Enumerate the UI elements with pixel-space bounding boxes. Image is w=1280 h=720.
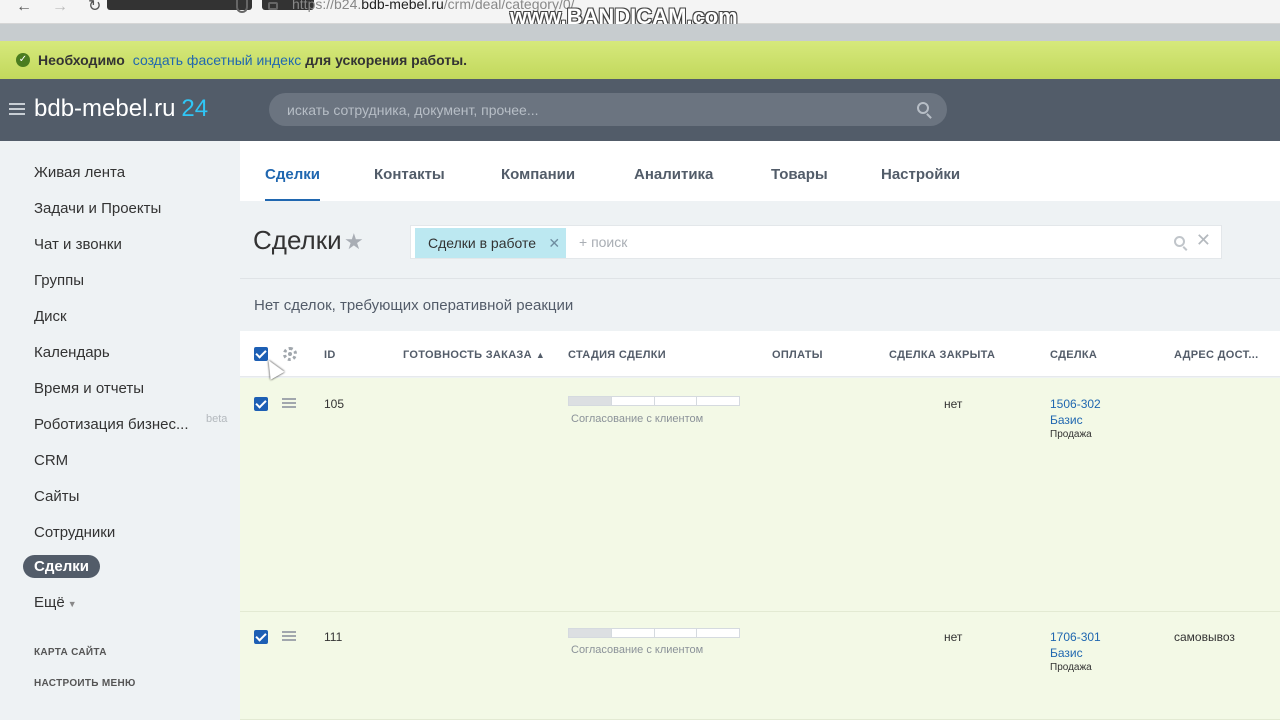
stage-label: Согласование с клиентом xyxy=(571,413,704,425)
sidebar-item-automation[interactable]: Роботизация бизнес... xyxy=(34,416,189,433)
browser-tab-chip[interactable] xyxy=(107,0,252,10)
notice-prefix: Необходимо xyxy=(38,52,125,68)
portal-header: bdb-mebel.ru 24 xyxy=(0,79,1280,141)
lock-icon xyxy=(268,2,278,10)
sort-ascending-icon: ▲ xyxy=(535,350,546,360)
sidebar-item-time[interactable]: Время и отчеты xyxy=(34,380,144,397)
sidebar-item-feed[interactable]: Живая лента xyxy=(34,164,125,181)
sidebar-item-more[interactable]: Ещё ▼ xyxy=(34,594,77,611)
deal-link[interactable]: 1506-302 xyxy=(1050,397,1101,411)
column-header-payments[interactable]: ОПЛАТЫ xyxy=(772,349,823,361)
shield-icon[interactable] xyxy=(236,0,248,13)
portal-logo[interactable]: bdb-mebel.ru 24 xyxy=(34,95,208,123)
global-search-input[interactable] xyxy=(287,93,887,126)
divider xyxy=(240,278,1280,279)
reload-icon[interactable]: ↻ xyxy=(88,0,101,15)
page-title: Сделки xyxy=(253,225,342,255)
forward-arrow-icon[interactable]: → xyxy=(52,0,68,15)
sidebar-item-chat[interactable]: Чат и звонки xyxy=(34,236,122,253)
site-map-link[interactable]: КАРТА САЙТА xyxy=(34,647,107,658)
column-header-id[interactable]: ID xyxy=(324,349,336,361)
row-closed: нет xyxy=(944,397,963,411)
row-checkbox[interactable] xyxy=(254,397,268,411)
notice-suffix: для ускорения работы. xyxy=(305,52,468,68)
tab-settings[interactable]: Настройки xyxy=(881,166,960,183)
column-header-readiness[interactable]: ГОТОВНОСТЬ ЗАКАЗА ▲ xyxy=(403,349,545,361)
beta-badge: beta xyxy=(206,413,228,425)
gear-icon[interactable] xyxy=(283,347,297,361)
sidebar-item-calendar[interactable]: Календарь xyxy=(34,344,110,361)
deal-type: Продажа xyxy=(1050,662,1092,673)
row-id: 105 xyxy=(324,397,345,411)
stage-progress-bar[interactable] xyxy=(568,396,740,406)
drag-handle-icon[interactable] xyxy=(282,398,296,408)
column-header-closed[interactable]: СДЕЛКА ЗАКРЫТА xyxy=(889,349,995,361)
select-all-checkbox[interactable] xyxy=(254,347,268,361)
search-icon[interactable] xyxy=(917,102,929,114)
deal-type: Продажа xyxy=(1050,429,1092,440)
stage-label: Согласование с клиентом xyxy=(571,644,704,656)
page-toolbar: Сделки ★ Сделки в работе ✕ + поиск ✕ xyxy=(240,201,1280,278)
left-menu: Живая лента Задачи и Проекты Чат и звонк… xyxy=(0,141,240,720)
column-header-stage[interactable]: СТАДИЯ СДЕЛКИ xyxy=(568,349,666,361)
column-header-deal[interactable]: СДЕЛКА xyxy=(1050,349,1097,361)
grid-header: ID ГОТОВНОСТЬ ЗАКАЗА ▲ СТАДИЯ СДЕЛКИ ОПЛА… xyxy=(240,331,1280,377)
deal-company-link[interactable]: Базис xyxy=(1050,413,1083,427)
deal-company-link[interactable]: Базис xyxy=(1050,646,1083,660)
deal-link[interactable]: 1706-301 xyxy=(1050,630,1101,644)
reaction-message: Нет сделок, требующих оперативной реакци… xyxy=(254,297,574,314)
filter-search-box[interactable]: Сделки в работе ✕ + поиск ✕ xyxy=(410,225,1222,259)
toolbar-strip xyxy=(0,24,1280,41)
column-header-address[interactable]: АДРЕС ДОСТ... xyxy=(1174,349,1258,361)
star-icon[interactable]: ★ xyxy=(344,229,364,255)
back-arrow-icon[interactable]: ← xyxy=(16,0,32,15)
sidebar-item-groups[interactable]: Группы xyxy=(34,272,84,289)
search-icon[interactable] xyxy=(1174,236,1185,247)
notice-bar: ✓ Необходимо создать фасетный индекс для… xyxy=(0,41,1280,79)
sidebar-item-employees[interactable]: Сотрудники xyxy=(34,524,115,541)
clear-filter-icon[interactable]: ✕ xyxy=(1196,230,1211,251)
sidebar-item-tasks[interactable]: Задачи и Проекты xyxy=(34,200,161,217)
sidebar-item-disk[interactable]: Диск xyxy=(34,308,67,325)
check-circle-icon: ✓ xyxy=(16,53,30,67)
sidebar-item-sites[interactable]: Сайты xyxy=(34,488,79,505)
stage-progress-bar[interactable] xyxy=(568,628,740,638)
tab-products[interactable]: Товары xyxy=(771,166,828,183)
global-search xyxy=(269,93,947,126)
table-row[interactable]: 105 Согласование с клиентом нет 1506-302… xyxy=(240,378,1280,612)
row-checkbox[interactable] xyxy=(254,630,268,644)
tab-companies[interactable]: Компании xyxy=(501,166,575,183)
chevron-down-icon: ▼ xyxy=(67,599,77,609)
drag-handle-icon[interactable] xyxy=(282,631,296,641)
tab-analytics[interactable]: Аналитика xyxy=(634,166,713,183)
filter-chip[interactable]: Сделки в работе ✕ xyxy=(415,228,567,258)
tab-deals[interactable]: Сделки xyxy=(265,166,320,201)
row-address: самовывоз xyxy=(1174,630,1235,644)
table-row[interactable]: 111 Согласование с клиентом нет 1706-301… xyxy=(240,612,1280,720)
row-closed: нет xyxy=(944,630,963,644)
menu-icon[interactable] xyxy=(9,103,25,115)
row-id: 111 xyxy=(324,630,343,644)
sidebar-item-crm[interactable]: CRM xyxy=(34,452,68,469)
filter-search-placeholder[interactable]: + поиск xyxy=(579,234,627,250)
notice-link[interactable]: создать фасетный индекс xyxy=(133,52,301,68)
close-icon[interactable]: ✕ xyxy=(548,228,560,258)
configure-menu-link[interactable]: НАСТРОИТЬ МЕНЮ xyxy=(34,678,136,689)
crm-tabs: Сделки Контакты Компании Аналитика Товар… xyxy=(240,141,1280,201)
sidebar-item-deals[interactable]: Сделки xyxy=(23,555,100,578)
tab-contacts[interactable]: Контакты xyxy=(374,166,445,183)
